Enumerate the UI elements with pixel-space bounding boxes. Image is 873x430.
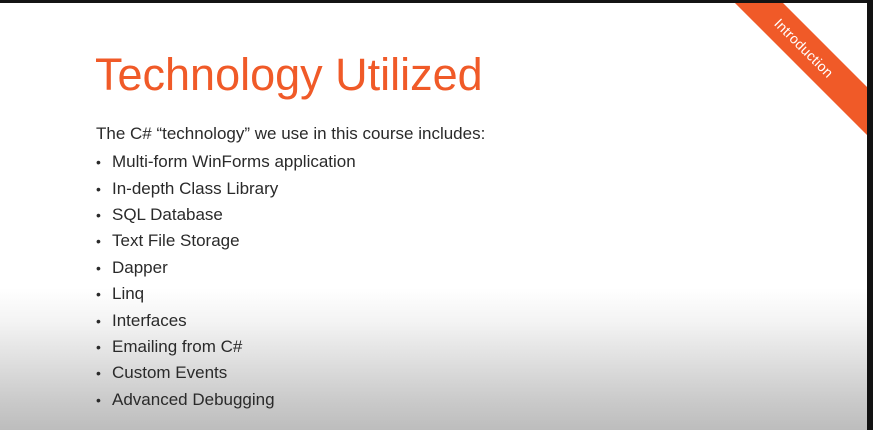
- list-item: • Advanced Debugging: [96, 387, 356, 413]
- ribbon-label: Introduction: [771, 15, 837, 81]
- technology-list: • Multi-form WinForms application • In-dep…: [96, 149, 356, 413]
- list-item: • Linq: [96, 281, 356, 307]
- list-item-label: Multi-form WinForms application: [112, 152, 356, 172]
- presentation-slide: Technology Utilized The C# “technology” …: [0, 3, 867, 430]
- bullet-icon: •: [96, 180, 101, 197]
- list-item-label: Emailing from C#: [112, 336, 243, 356]
- slide-title: Technology Utilized: [95, 49, 483, 100]
- bullet-icon: •: [96, 259, 101, 276]
- window-edge: [867, 0, 873, 430]
- list-item-label: Text File Storage: [112, 231, 240, 251]
- bullet-icon: •: [96, 286, 101, 303]
- list-item-label: In-depth Class Library: [112, 178, 279, 198]
- bullet-icon: •: [96, 338, 101, 355]
- list-item: • Text File Storage: [96, 228, 356, 254]
- video-frame: Technology Utilized The C# “technology” …: [0, 0, 873, 430]
- bullet-icon: •: [96, 391, 101, 408]
- bullet-icon: •: [96, 233, 101, 250]
- list-item: • Emailing from C#: [96, 334, 356, 360]
- list-item: • Custom Events: [96, 360, 356, 386]
- list-item: • Interfaces: [96, 307, 356, 333]
- bullet-icon: •: [96, 365, 101, 382]
- list-item: • Dapper: [96, 255, 356, 281]
- list-item: • In-depth Class Library: [96, 175, 356, 201]
- list-item-label: SQL Database: [112, 204, 223, 224]
- bullet-icon: •: [96, 154, 101, 171]
- list-item-label: Advanced Debugging: [112, 389, 275, 409]
- section-ribbon: Introduction: [710, 3, 867, 142]
- list-item-label: Custom Events: [112, 363, 228, 383]
- list-item: • Multi-form WinForms application: [96, 149, 356, 175]
- bullet-icon: •: [96, 312, 101, 329]
- list-item-label: Linq: [112, 284, 145, 304]
- bullet-icon: •: [96, 206, 101, 223]
- list-item-label: Dapper: [112, 257, 168, 277]
- slide-intro-text: The C# “technology” we use in this cours…: [96, 124, 486, 143]
- list-item: • SQL Database: [96, 202, 356, 228]
- list-item-label: Interfaces: [112, 310, 187, 330]
